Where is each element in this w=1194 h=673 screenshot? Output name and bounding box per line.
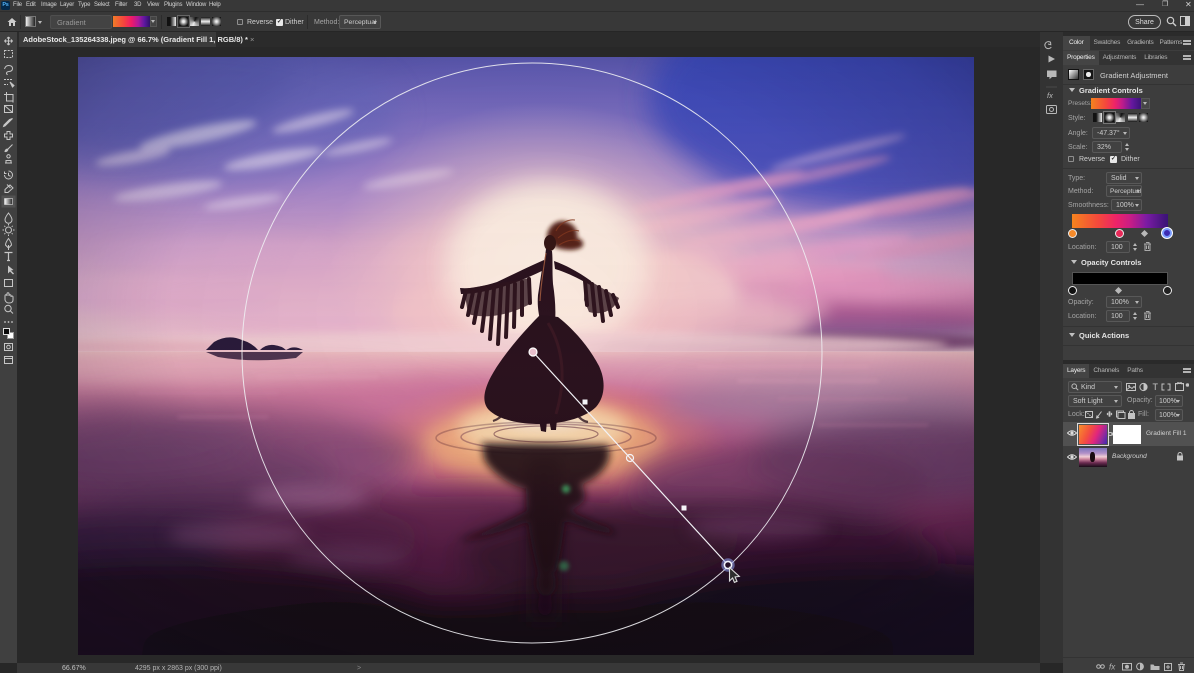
svg-text:T: T: [1153, 382, 1159, 392]
svg-text:fx: fx: [1047, 91, 1053, 100]
svg-text:fx: fx: [1109, 663, 1116, 672]
